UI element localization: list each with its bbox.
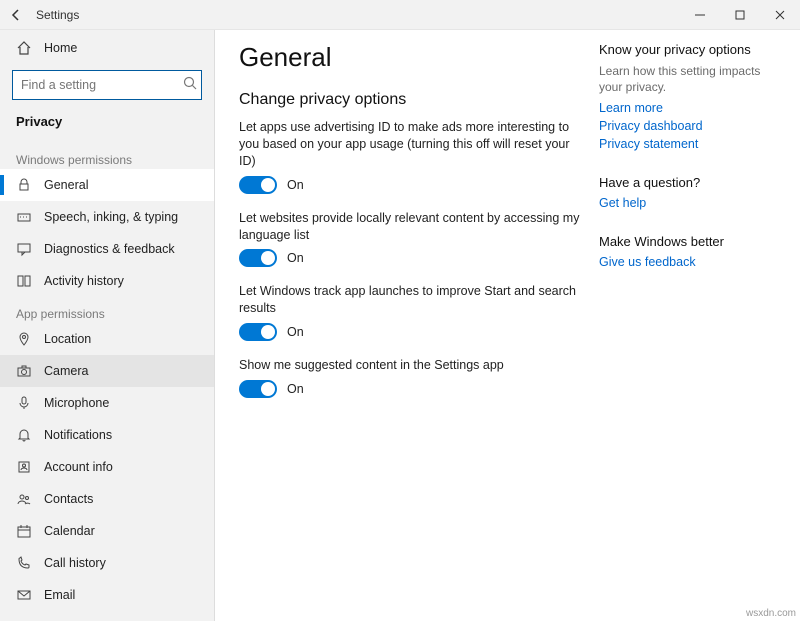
email-icon	[16, 587, 32, 603]
keyboard-icon	[16, 209, 32, 225]
sidebar-item-location[interactable]: Location	[0, 323, 214, 355]
option-track-launches: Let Windows track app launches to improv…	[239, 283, 589, 341]
section-app-permissions: App permissions	[0, 297, 214, 323]
page-heading: General	[239, 42, 589, 73]
info-privacy-desc: Learn how this setting impacts your priv…	[599, 63, 780, 95]
option-language-list: Let websites provide locally relevant co…	[239, 210, 589, 268]
arrow-left-icon	[8, 7, 24, 23]
location-icon	[16, 331, 32, 347]
close-icon	[772, 7, 788, 23]
contacts-icon	[16, 491, 32, 507]
category-title: Privacy	[0, 108, 214, 143]
search-input[interactable]	[21, 78, 182, 92]
sidebar-item-activity[interactable]: Activity history	[0, 265, 214, 297]
link-learn-more[interactable]: Learn more	[599, 101, 780, 115]
home-button[interactable]: Home	[0, 30, 214, 66]
camera-icon	[16, 363, 32, 379]
sidebar-item-label: Notifications	[44, 428, 112, 442]
sidebar-item-call-history[interactable]: Call history	[0, 547, 214, 579]
toggle-state-label: On	[287, 382, 304, 396]
sidebar-item-label: General	[44, 178, 88, 192]
info-privacy-title: Know your privacy options	[599, 42, 780, 57]
sidebar-item-speech[interactable]: Speech, inking, & typing	[0, 201, 214, 233]
option-desc: Show me suggested content in the Setting…	[239, 357, 589, 374]
home-icon	[16, 40, 32, 56]
feedback-icon	[16, 241, 32, 257]
search-icon	[182, 75, 198, 96]
sidebar-item-label: Diagnostics & feedback	[44, 242, 175, 256]
sidebar-item-camera[interactable]: Camera	[0, 355, 214, 387]
sidebar: Home Privacy Windows permissions General…	[0, 30, 215, 621]
toggle-track-launches[interactable]	[239, 323, 277, 341]
sidebar-item-label: Microphone	[44, 396, 109, 410]
content-column: General Change privacy options Let apps …	[239, 42, 589, 621]
link-privacy-dashboard[interactable]: Privacy dashboard	[599, 119, 780, 133]
maximize-icon	[732, 7, 748, 23]
section-subheading: Change privacy options	[239, 91, 589, 109]
toggle-language-list[interactable]	[239, 249, 277, 267]
calendar-icon	[16, 523, 32, 539]
info-question-title: Have a question?	[599, 175, 780, 190]
sidebar-item-contacts[interactable]: Contacts	[0, 483, 214, 515]
microphone-icon	[16, 395, 32, 411]
sidebar-item-label: Activity history	[44, 274, 124, 288]
sidebar-item-calendar[interactable]: Calendar	[0, 515, 214, 547]
home-label: Home	[44, 41, 77, 55]
maximize-button[interactable]	[720, 0, 760, 30]
sidebar-item-label: Camera	[44, 364, 88, 378]
bell-icon	[16, 427, 32, 443]
account-icon	[16, 459, 32, 475]
main-area: General Change privacy options Let apps …	[215, 30, 800, 621]
minimize-button[interactable]	[680, 0, 720, 30]
option-desc: Let Windows track app launches to improv…	[239, 283, 589, 317]
lock-icon	[16, 177, 32, 193]
toggle-state-label: On	[287, 178, 304, 192]
sidebar-item-label: Account info	[44, 460, 113, 474]
history-icon	[16, 273, 32, 289]
link-give-feedback[interactable]: Give us feedback	[599, 255, 780, 269]
toggle-advertising-id[interactable]	[239, 176, 277, 194]
sidebar-item-label: Calendar	[44, 524, 95, 538]
window-title: Settings	[32, 8, 680, 22]
sidebar-item-label: Email	[44, 588, 75, 602]
titlebar: Settings	[0, 0, 800, 30]
info-better-title: Make Windows better	[599, 234, 780, 249]
search-box[interactable]	[12, 70, 202, 100]
sidebar-item-account-info[interactable]: Account info	[0, 451, 214, 483]
minimize-icon	[692, 7, 708, 23]
option-desc: Let websites provide locally relevant co…	[239, 210, 589, 244]
sidebar-item-email[interactable]: Email	[0, 579, 214, 611]
option-desc: Let apps use advertising ID to make ads …	[239, 119, 589, 170]
sidebar-item-general[interactable]: General	[0, 169, 214, 201]
toggle-suggested-content[interactable]	[239, 380, 277, 398]
sidebar-item-label: Speech, inking, & typing	[44, 210, 178, 224]
toggle-state-label: On	[287, 325, 304, 339]
window-controls	[680, 0, 800, 30]
info-panel: Know your privacy options Learn how this…	[589, 42, 800, 621]
toggle-state-label: On	[287, 251, 304, 265]
close-button[interactable]	[760, 0, 800, 30]
link-privacy-statement[interactable]: Privacy statement	[599, 137, 780, 151]
sidebar-item-label: Location	[44, 332, 91, 346]
watermark: wsxdn.com	[746, 608, 796, 619]
phone-icon	[16, 555, 32, 571]
option-advertising-id: Let apps use advertising ID to make ads …	[239, 119, 589, 194]
sidebar-item-label: Contacts	[44, 492, 93, 506]
sidebar-item-diagnostics[interactable]: Diagnostics & feedback	[0, 233, 214, 265]
sidebar-item-microphone[interactable]: Microphone	[0, 387, 214, 419]
back-button[interactable]	[0, 7, 32, 23]
sidebar-item-notifications[interactable]: Notifications	[0, 419, 214, 451]
section-windows-permissions: Windows permissions	[0, 143, 214, 169]
sidebar-item-label: Call history	[44, 556, 106, 570]
link-get-help[interactable]: Get help	[599, 196, 780, 210]
option-suggested-content: Show me suggested content in the Setting…	[239, 357, 589, 398]
